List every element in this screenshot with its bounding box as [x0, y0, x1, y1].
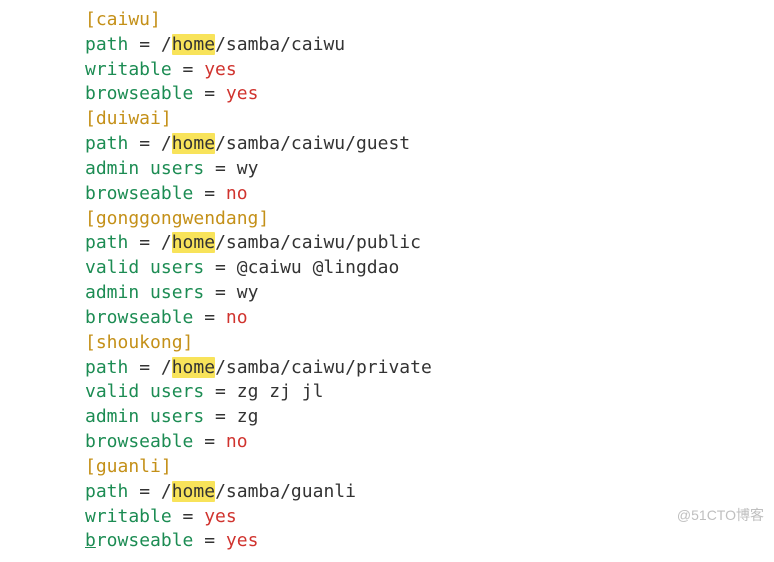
equals: =: [204, 257, 237, 278]
value-admin-users: wy: [237, 282, 259, 303]
key-valid-users: valid users: [85, 257, 204, 278]
path-suffix: /samba/guanli: [215, 481, 356, 502]
kv-browseable: browseable = no: [85, 306, 764, 331]
value-browseable: no: [226, 431, 248, 452]
value-valid-users: @caiwu @lingdao: [237, 257, 400, 278]
equals: =: [128, 481, 161, 502]
path-suffix: /samba/caiwu/private: [215, 357, 432, 378]
section-header-guanli: [guanli]: [85, 456, 172, 477]
value-writable: yes: [204, 506, 237, 527]
kv-path: path = /home/samba/caiwu/guest: [85, 132, 764, 157]
kv-admin-users: admin users = zg: [85, 405, 764, 430]
key-admin-users: admin users: [85, 282, 204, 303]
key-valid-users: valid users: [85, 381, 204, 402]
section-header-caiwu: [caiwu]: [85, 9, 161, 30]
kv-path: path = /home/samba/guanli: [85, 480, 764, 505]
key-browseable-underlined: b: [85, 530, 96, 551]
equals: =: [204, 158, 237, 179]
path-prefix: /: [161, 133, 172, 154]
equals: =: [172, 506, 205, 527]
equals: =: [204, 406, 237, 427]
equals: =: [193, 307, 226, 328]
kv-path: path = /home/samba/caiwu/public: [85, 231, 764, 256]
kv-admin-users: admin users = wy: [85, 281, 764, 306]
key-path: path: [85, 133, 128, 154]
path-suffix: /samba/caiwu/guest: [215, 133, 410, 154]
section-header-duiwai: [duiwai]: [85, 108, 172, 129]
value-admin-users: zg: [237, 406, 259, 427]
value-browseable: yes: [226, 83, 259, 104]
kv-path: path = /home/samba/caiwu: [85, 33, 764, 58]
equals: =: [193, 83, 226, 104]
value-browseable: no: [226, 307, 248, 328]
kv-writable: writable = yes: [85, 58, 764, 83]
kv-browseable: browseable = yes: [85, 82, 764, 107]
equals: =: [204, 282, 237, 303]
kv-writable: writable = yes: [85, 505, 764, 530]
equals: =: [128, 357, 161, 378]
path-suffix: /samba/caiwu: [215, 34, 345, 55]
equals: =: [193, 431, 226, 452]
equals: =: [128, 232, 161, 253]
key-browseable-rest: rowseable: [96, 530, 194, 551]
key-admin-users: admin users: [85, 158, 204, 179]
watermark: @51CTO博客: [677, 506, 764, 525]
path-prefix: /: [161, 232, 172, 253]
key-path: path: [85, 34, 128, 55]
value-admin-users: wy: [237, 158, 259, 179]
equals: =: [204, 381, 237, 402]
path-suffix: /samba/caiwu/public: [215, 232, 421, 253]
equals: =: [193, 183, 226, 204]
key-browseable: browseable: [85, 83, 193, 104]
kv-valid-users: valid users = @caiwu @lingdao: [85, 256, 764, 281]
path-prefix: /: [161, 357, 172, 378]
key-browseable: browseable: [85, 431, 193, 452]
kv-browseable: browseable = yes: [85, 529, 764, 554]
path-prefix: /: [161, 481, 172, 502]
key-writable: writable: [85, 59, 172, 80]
value-valid-users: zg zj jl: [237, 381, 324, 402]
highlight-home: home: [172, 232, 215, 253]
key-browseable: browseable: [85, 183, 193, 204]
highlight-home: home: [172, 133, 215, 154]
value-writable: yes: [204, 59, 237, 80]
equals: =: [193, 530, 226, 551]
key-path: path: [85, 357, 128, 378]
section-header-shoukong: [shoukong]: [85, 332, 193, 353]
kv-path: path = /home/samba/caiwu/private: [85, 356, 764, 381]
kv-browseable: browseable = no: [85, 182, 764, 207]
highlight-home: home: [172, 34, 215, 55]
path-prefix: /: [161, 34, 172, 55]
kv-valid-users: valid users = zg zj jl: [85, 380, 764, 405]
key-writable: writable: [85, 506, 172, 527]
section-header-gonggongwendang: [gonggongwendang]: [85, 208, 269, 229]
equals: =: [172, 59, 205, 80]
value-browseable: yes: [226, 530, 259, 551]
equals: =: [128, 34, 161, 55]
kv-browseable: browseable = no: [85, 430, 764, 455]
key-path: path: [85, 232, 128, 253]
key-path: path: [85, 481, 128, 502]
value-browseable: no: [226, 183, 248, 204]
key-admin-users: admin users: [85, 406, 204, 427]
highlight-home: home: [172, 357, 215, 378]
config-listing: [caiwu] path = /home/samba/caiwu writabl…: [85, 8, 764, 554]
key-browseable: browseable: [85, 307, 193, 328]
highlight-home: home: [172, 481, 215, 502]
equals: =: [128, 133, 161, 154]
kv-admin-users: admin users = wy: [85, 157, 764, 182]
